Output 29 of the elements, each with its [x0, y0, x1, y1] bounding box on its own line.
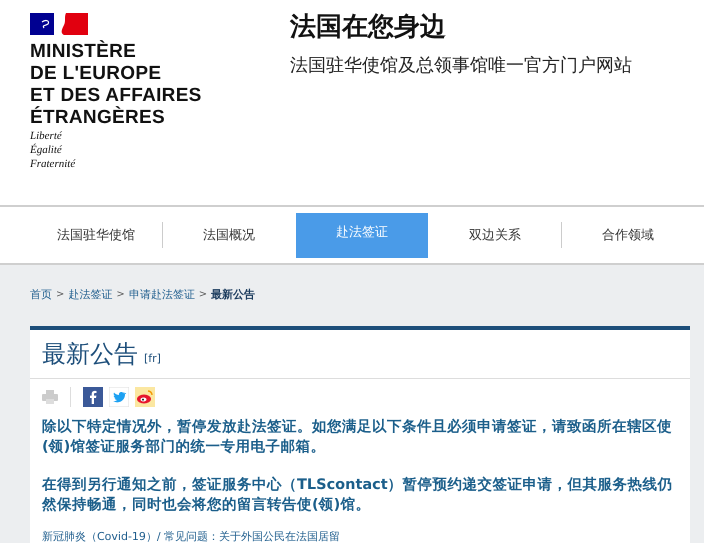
breadcrumb-separator: > [56, 289, 64, 300]
motto-text: Fraternité [30, 157, 76, 171]
ministry-name: DE L'EUROPE [30, 63, 162, 85]
breadcrumb-link[interactable]: 申请赴法签证 [128, 287, 195, 302]
nav-tab[interactable]: 双边关系 [429, 212, 562, 258]
breadcrumb-link[interactable]: 赴法签证 [68, 287, 112, 302]
nav-tab[interactable]: 合作领域 [562, 212, 694, 258]
notice-paragraph: 除以下特定情况外，暂停发放赴法签证。如您满足以下条件且必须申请签证，请致函所在辖区使(领)馆签证服务部门的统一专用电子邮箱。 [42, 418, 673, 457]
breadcrumb-separator: > [198, 289, 208, 300]
faq-link[interactable]: 新冠肺炎（Covid-19）/ 常见问题：关于外国公民在法国居留 [42, 529, 678, 543]
weibo-icon[interactable] [135, 387, 155, 407]
motto-text: Liberté [30, 129, 62, 143]
notice-paragraph: 在得到另行通知之前，签证服务中心（TLScontact）暂停预约递交签证申请，但其服务热线仍然保持畅通，同时也会将您的留言转告使(领)馆。 [42, 475, 674, 515]
article-title: 最新公告 [42, 339, 138, 370]
breadcrumb-link[interactable]: 首页 [30, 287, 52, 302]
twitter-icon[interactable] [109, 387, 129, 407]
ministry-name: ÉTRANGÈRES [30, 107, 165, 129]
ministry-name: MINISTÈRE [30, 41, 136, 63]
nav-tab[interactable]: 法国驻华使馆 [30, 212, 162, 258]
site-title: 法国在您身边 [290, 11, 447, 44]
ministry-name: ET DES AFFAIRES [30, 85, 202, 106]
site-subtitle: 法国驻华使馆及总领事馆唯一官方门户网站 [290, 54, 632, 77]
nav-tab[interactable]: 法国概况 [163, 212, 296, 258]
facebook-icon[interactable] [83, 387, 103, 407]
flag-logo-icon [30, 13, 88, 35]
breadcrumb-link[interactable]: 最新公告 [211, 287, 256, 302]
motto-text: Égalité [30, 143, 62, 157]
language-link[interactable]: [fr] [144, 352, 161, 365]
breadcrumb-separator: > [116, 289, 125, 300]
